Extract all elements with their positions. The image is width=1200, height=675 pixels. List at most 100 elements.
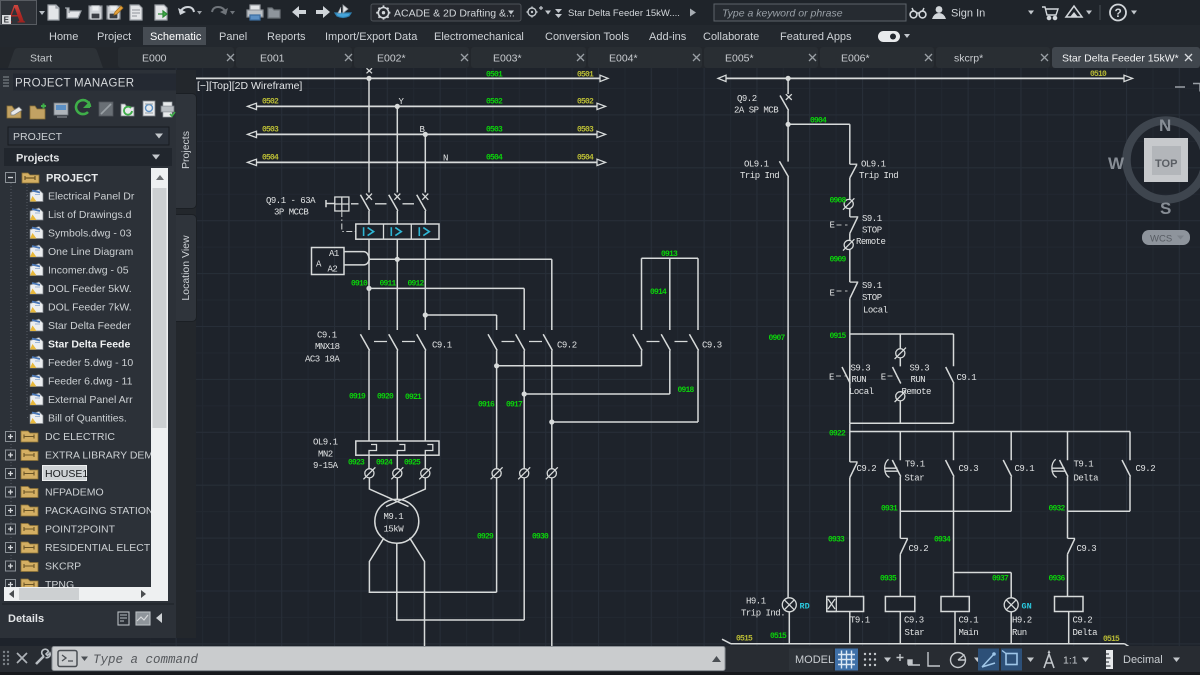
svg-text:C9.1: C9.1 <box>1015 464 1035 474</box>
svg-text:E001: E001 <box>260 53 285 65</box>
svg-text:Feeder 5.dwg - 10: Feeder 5.dwg - 10 <box>48 357 133 369</box>
svg-text:Local: Local <box>849 387 874 397</box>
svg-text:W: W <box>1108 154 1125 173</box>
svg-text:Decimal: Decimal <box>1123 654 1163 666</box>
svg-text:PACKAGING STATION: PACKAGING STATION <box>45 505 154 517</box>
svg-text:0915: 0915 <box>830 332 847 341</box>
svg-text:Delta: Delta <box>1073 628 1099 638</box>
svg-text:S9.3: S9.3 <box>851 364 871 374</box>
svg-text:?: ? <box>1115 6 1122 20</box>
svg-text:0934: 0934 <box>934 536 951 545</box>
svg-text:DOL Feeder 5kW.: DOL Feeder 5kW. <box>48 283 132 295</box>
svg-text:0920: 0920 <box>377 393 394 402</box>
svg-text:Import/Export Data: Import/Export Data <box>325 31 418 43</box>
svg-text:0515: 0515 <box>770 632 787 641</box>
svg-text:0922: 0922 <box>829 430 846 439</box>
svg-text:Projects: Projects <box>16 153 59 165</box>
svg-text:PROJECT: PROJECT <box>13 131 63 143</box>
svg-text:0504: 0504 <box>262 154 279 163</box>
svg-text:Home: Home <box>49 31 78 43</box>
svg-text:0510: 0510 <box>1090 70 1107 79</box>
svg-text:0502: 0502 <box>262 98 279 107</box>
svg-text:Conversion Tools: Conversion Tools <box>545 31 630 43</box>
svg-text:S9.3: S9.3 <box>910 364 930 374</box>
svg-text:Main: Main <box>959 628 979 638</box>
svg-text:0933: 0933 <box>828 536 845 545</box>
svg-text:MNX18: MNX18 <box>315 342 340 352</box>
svg-text:Star Delta Feeder: Star Delta Feeder <box>48 320 131 332</box>
svg-text:0502: 0502 <box>486 98 503 107</box>
svg-text:RUN: RUN <box>852 375 867 385</box>
svg-text:0912: 0912 <box>408 280 425 289</box>
svg-text:Symbols.dwg - 03: Symbols.dwg - 03 <box>48 228 132 240</box>
svg-text:T9.1: T9.1 <box>1074 460 1094 470</box>
svg-text:C9.2: C9.2 <box>557 341 577 351</box>
svg-text:S9.1: S9.1 <box>862 281 882 291</box>
svg-text:HOUSE1: HOUSE1 <box>45 468 88 480</box>
svg-text:Details: Details <box>8 613 44 625</box>
svg-text:3P MCCB: 3P MCCB <box>274 208 309 218</box>
svg-text:Sign In: Sign In <box>951 8 985 20</box>
svg-text:0919: 0919 <box>349 393 366 402</box>
svg-text:Star Delta Feeder 15kW*: Star Delta Feeder 15kW* <box>1062 53 1179 65</box>
svg-text:E004*: E004* <box>609 53 638 65</box>
svg-text:TOP: TOP <box>1155 158 1177 170</box>
svg-text:Trip Ind: Trip Ind <box>859 171 898 181</box>
svg-text:A2: A2 <box>328 265 338 275</box>
svg-text:0929: 0929 <box>477 533 494 542</box>
svg-text:0504: 0504 <box>486 154 503 163</box>
svg-text:0515: 0515 <box>1103 635 1120 644</box>
svg-text:E005*: E005* <box>725 53 754 65</box>
svg-text:0924: 0924 <box>376 459 393 468</box>
svg-text:C9.3: C9.3 <box>904 616 924 626</box>
svg-text:Collaborate: Collaborate <box>703 31 759 43</box>
svg-text:Star: Star <box>905 628 925 638</box>
svg-text:RUN: RUN <box>911 375 926 385</box>
svg-text:2A SP MCB: 2A SP MCB <box>734 106 779 116</box>
svg-text:NFPADEMO: NFPADEMO <box>45 487 104 499</box>
svg-text:Add-ins: Add-ins <box>649 31 687 43</box>
svg-text:MODEL: MODEL <box>795 654 834 666</box>
svg-text:Q9.1 - 63A: Q9.1 - 63A <box>266 196 316 206</box>
svg-text:0908: 0908 <box>830 197 847 206</box>
svg-text:Start: Start <box>30 53 52 65</box>
svg-text:0937: 0937 <box>992 575 1009 584</box>
svg-text:0932: 0932 <box>1049 505 1066 514</box>
svg-text:RD: RD <box>800 602 810 612</box>
svg-text:E: E <box>829 373 834 383</box>
svg-text:STOP: STOP <box>862 293 882 303</box>
svg-text:9-15A: 9-15A <box>313 461 339 471</box>
svg-text:A1: A1 <box>329 249 339 259</box>
svg-text:MN2: MN2 <box>318 450 333 460</box>
svg-text:H9.2: H9.2 <box>1012 616 1032 626</box>
svg-text:E: E <box>830 221 835 231</box>
svg-text:DOL Feeder 7kW.: DOL Feeder 7kW. <box>48 302 132 314</box>
svg-text:0914: 0914 <box>650 288 667 297</box>
svg-text:PROJECT MANAGER: PROJECT MANAGER <box>15 78 134 90</box>
svg-text:PROJECT: PROJECT <box>46 173 98 185</box>
svg-text:Star Delta Feeder 15kW....: Star Delta Feeder 15kW.... <box>568 8 680 19</box>
svg-text:0503: 0503 <box>262 126 279 135</box>
svg-text:Local: Local <box>863 306 888 316</box>
svg-text:0917: 0917 <box>506 401 523 410</box>
svg-text:C9.3: C9.3 <box>959 464 979 474</box>
svg-text:0503: 0503 <box>486 126 503 135</box>
svg-text:0916: 0916 <box>478 401 495 410</box>
svg-text:0923: 0923 <box>348 459 365 468</box>
svg-text:C9.2: C9.2 <box>1073 616 1093 626</box>
svg-text:List of Drawings.d: List of Drawings.d <box>48 209 132 221</box>
svg-text:0503: 0503 <box>577 126 594 135</box>
svg-text:C9.1: C9.1 <box>432 341 452 351</box>
svg-text:C9.1: C9.1 <box>317 331 337 341</box>
svg-text:EXTRA LIBRARY DEM: EXTRA LIBRARY DEM <box>45 450 153 462</box>
svg-text:skcrp*: skcrp* <box>954 53 983 65</box>
svg-text:15kW: 15kW <box>384 525 405 535</box>
svg-text:C9.3: C9.3 <box>702 341 722 351</box>
svg-text:RESIDENTIAL ELECTRI: RESIDENTIAL ELECTRI <box>45 542 161 554</box>
svg-text:0911: 0911 <box>380 280 397 289</box>
svg-text:C9.2: C9.2 <box>1136 464 1156 474</box>
svg-text:Run: Run <box>1012 628 1027 638</box>
svg-text:Reports: Reports <box>267 31 306 43</box>
svg-text:1:1: 1:1 <box>1063 655 1078 667</box>
svg-text:E002*: E002* <box>377 53 406 65</box>
